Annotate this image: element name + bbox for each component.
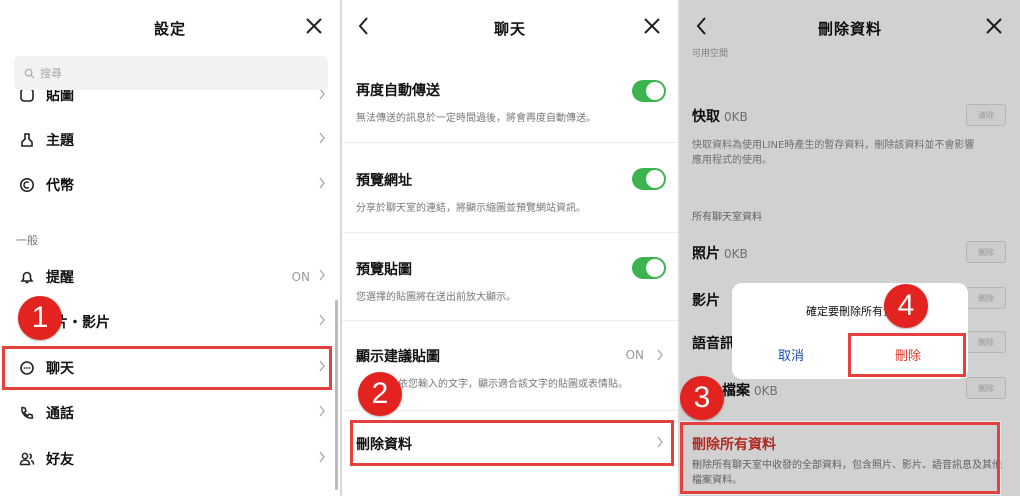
coin-icon (18, 176, 36, 194)
theme-icon (18, 131, 36, 149)
scrollbar[interactable] (335, 300, 338, 490)
chevron-right-icon (319, 132, 325, 144)
settings-item-label: 通話 (46, 406, 74, 422)
step-badge-3: 3 (680, 376, 724, 420)
divider (342, 142, 678, 143)
toggle-sticker-preview[interactable] (632, 257, 666, 279)
option-desc: 依您輸入的文字，顯示適合該文字的貼圖或表情貼。 (398, 379, 628, 390)
chevron-right-icon (319, 405, 325, 417)
option-suggested-stickers[interactable]: 顯示建議貼圖 依您輸入的文字，顯示適合該文字的貼圖或表情貼。 (356, 346, 664, 390)
option-title: 顯示建議貼圖 (356, 349, 440, 365)
settings-item-value: ON (291, 270, 310, 284)
settings-item-theme[interactable]: 主題 (0, 118, 340, 162)
step-badge-1: 1 (18, 296, 62, 340)
chevron-right-icon (319, 177, 325, 189)
chevron-right-icon (657, 349, 663, 361)
option-link-preview: 預覽網址 分享於聊天室的連結，將顯示縮圖並預覽網站資訊。 (356, 170, 664, 214)
close-icon[interactable] (640, 14, 664, 38)
step-badge-2: 2 (358, 372, 402, 416)
divider (342, 232, 678, 233)
settings-header: 設定 (0, 0, 340, 56)
highlight-delete-all (680, 422, 1000, 494)
settings-item-notifications[interactable]: 提醒 ON (0, 255, 340, 299)
back-arrow-icon[interactable] (352, 14, 376, 38)
option-desc: 無法傳送的訊息於一定時間過後，將會再度自動傳送。 (356, 113, 596, 124)
settings-item-friends[interactable]: 好友 (0, 437, 340, 481)
option-value: ON (625, 348, 644, 362)
settings-item-label: 好友 (46, 452, 74, 468)
settings-item-label: 主題 (46, 133, 74, 149)
settings-item-coins[interactable]: 代幣 (0, 163, 340, 207)
settings-panel: 設定 搜尋 貼圖 主題 代幣 一般 提醒 ON 片・影片 聊天 通話 好友 1 (0, 0, 340, 496)
settings-item-label: 提醒 (46, 270, 74, 286)
delete-data-panel: 刪除資料 可用空間 快取 0KB 清除 快取資料為使用LINE時產生的暫存資料，刪… (680, 0, 1020, 496)
option-title: 再度自動傳送 (356, 83, 440, 99)
option-sticker-preview: 預覽貼圖 您選擇的貼圖將在送出前放大顯示。 (356, 259, 664, 303)
phone-icon (18, 404, 36, 422)
highlight-chat-item (2, 346, 332, 390)
step-badge-4: 4 (884, 284, 928, 328)
settings-item-label: 片・影片 (54, 315, 110, 331)
page-title: 聊天 (493, 19, 526, 38)
highlight-confirm-delete (848, 333, 966, 377)
chat-settings-panel: 聊天 再度自動傳送 無法傳送的訊息於一定時間過後，將會再度自動傳送。 預覽網址 … (342, 0, 678, 496)
chevron-right-icon (319, 314, 325, 326)
section-header-general: 一般 (16, 234, 38, 247)
toggle-auto-resend[interactable] (632, 80, 666, 102)
bell-icon (18, 268, 36, 286)
option-title: 預覽貼圖 (356, 262, 412, 278)
page-title: 設定 (153, 19, 186, 38)
option-auto-resend: 再度自動傳送 無法傳送的訊息於一定時間過後，將會再度自動傳送。 (356, 80, 664, 124)
close-icon[interactable] (302, 14, 326, 38)
search-input[interactable]: 搜尋 (14, 56, 328, 90)
dialog-cancel-button[interactable]: 取消 (756, 345, 826, 364)
option-title: 預覽網址 (356, 173, 412, 189)
settings-item-calls[interactable]: 通話 (0, 391, 340, 435)
divider (342, 320, 678, 321)
chevron-right-icon (319, 451, 325, 463)
option-desc: 您選擇的貼圖將在送出前放大顯示。 (356, 292, 516, 303)
settings-item-label: 代幣 (46, 178, 74, 194)
option-desc: 分享於聊天室的連結，將顯示縮圖並預覽網站資訊。 (356, 203, 586, 214)
toggle-link-preview[interactable] (632, 168, 666, 190)
search-icon (24, 68, 35, 79)
chat-header: 聊天 (342, 0, 678, 56)
highlight-delete-data (350, 420, 674, 466)
search-placeholder: 搜尋 (40, 67, 62, 80)
chevron-right-icon (319, 269, 325, 281)
dialog-message: 確定要刪除所有資 (806, 305, 894, 318)
friends-icon (18, 450, 36, 468)
